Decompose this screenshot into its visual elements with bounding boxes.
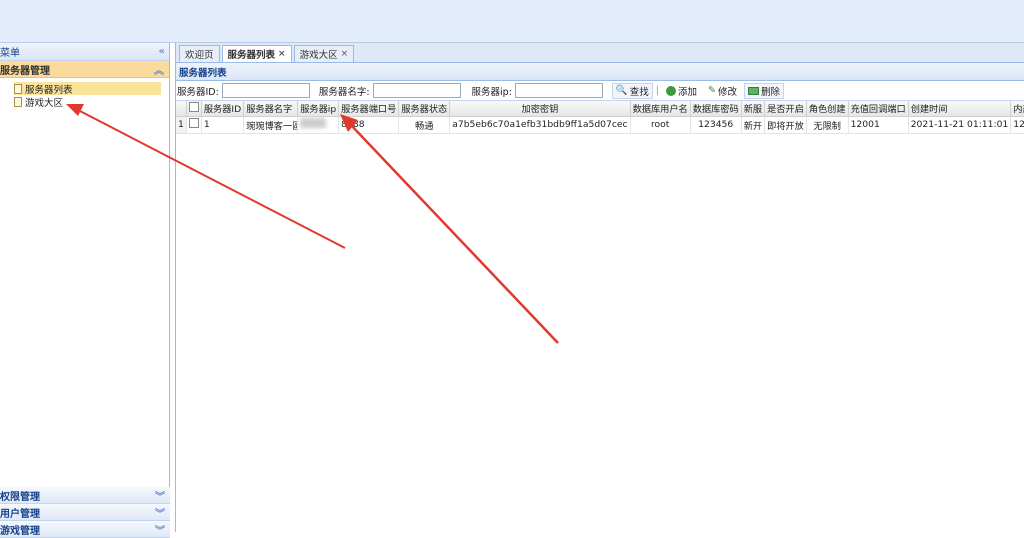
sidebar: 菜单 « 服务器管理 ︽ 服务器列表 游戏大区 权限管理 ︾ 用户管理 ︾ 游戏…	[0, 43, 170, 538]
tab-label: 服务器列表	[227, 50, 276, 61]
tab-bar: 欢迎页 服务器列表 × 游戏大区 ×	[176, 43, 1024, 63]
separator: |	[655, 85, 659, 96]
cell-db-pass: 123456	[690, 116, 742, 134]
row-number: 1	[176, 116, 187, 134]
plus-icon	[665, 85, 676, 96]
search-button-label: 查找	[629, 86, 649, 98]
section-label: 用户管理	[0, 508, 40, 520]
chevron-down-icon[interactable]: ︾	[155, 505, 165, 520]
column-header[interactable]: 服务器ip	[297, 101, 340, 117]
section-game[interactable]: 游戏管理 ︾	[0, 521, 170, 538]
server-id-input[interactable]	[221, 83, 310, 98]
main-area: 欢迎页 服务器列表 × 游戏大区 × 服务器列表 服务器ID: 服务器名字: 服…	[175, 43, 1024, 532]
delete-button-label: 删除	[760, 86, 780, 98]
server-ip-label: 服务器ip:	[471, 86, 512, 98]
server-ip-input[interactable]	[514, 83, 603, 98]
section-label: 游戏管理	[0, 525, 40, 537]
server-id-label: 服务器ID:	[177, 86, 219, 98]
column-header[interactable]: 角色创建	[806, 101, 849, 117]
section-permission[interactable]: 权限管理 ︾	[0, 487, 170, 504]
column-header[interactable]: 服务器状态	[398, 101, 451, 117]
tree-item-server-list[interactable]: 服务器列表	[14, 82, 161, 96]
search-toolbar: 服务器ID: 服务器名字: 服务器ip: 🔍 查找 | 添加 ✎ 修改 删除	[176, 81, 1024, 101]
close-icon[interactable]: ×	[341, 49, 349, 59]
cell-name: 琬琬博客一區	[243, 116, 299, 134]
cell-port: 8188	[338, 116, 400, 134]
document-icon	[14, 96, 22, 107]
search-icon: 🔍	[615, 85, 628, 96]
edit-button[interactable]: ✎ 修改	[704, 83, 741, 99]
pencil-icon: ✎	[707, 85, 716, 96]
column-header[interactable]: 充值回调端口	[848, 101, 909, 117]
tree-item-game-zone[interactable]: 游戏大区	[14, 95, 161, 109]
column-header[interactable]: 数据库用户名	[630, 101, 691, 117]
close-icon[interactable]: ×	[278, 49, 286, 59]
sidebar-header: 菜单 «	[0, 43, 169, 61]
search-button[interactable]: 🔍 查找	[611, 82, 653, 99]
section-user[interactable]: 用户管理 ︾	[0, 504, 170, 521]
cell-open: 即将开放	[764, 116, 807, 134]
row-number-header	[176, 101, 187, 117]
server-table: 服务器ID 服务器名字 服务器ip 服务器端口号 服务器状态 加密密钥 数据库用…	[176, 101, 1024, 134]
section-label: 权限管理	[0, 491, 40, 503]
cell-new: 新开	[741, 116, 766, 134]
chevron-down-icon[interactable]: ︾	[155, 522, 165, 537]
column-header[interactable]: 创建时间	[908, 101, 1012, 117]
cell-id: 1	[201, 116, 245, 134]
column-header[interactable]: 内部ip	[1010, 101, 1024, 117]
edit-button-label: 修改	[717, 86, 737, 98]
add-button[interactable]: 添加	[662, 83, 701, 99]
server-name-label: 服务器名字:	[318, 86, 370, 98]
minus-icon	[747, 86, 759, 95]
cell-db-user: root	[630, 116, 691, 134]
column-header[interactable]: 是否开启	[764, 101, 807, 117]
column-header[interactable]: 数据库密码	[690, 101, 742, 117]
section-server-management[interactable]: 服务器管理 ︽	[0, 61, 169, 78]
tab-label: 欢迎页	[185, 50, 214, 61]
collapse-icon[interactable]: «	[159, 46, 165, 57]
tree: 服务器列表 游戏大区	[0, 78, 169, 109]
tree-item-label: 游戏大区	[25, 97, 64, 109]
select-all-checkbox[interactable]	[186, 101, 202, 117]
document-icon	[14, 83, 22, 94]
tab-welcome[interactable]: 欢迎页	[179, 45, 220, 62]
column-header[interactable]: 加密密钥	[449, 101, 631, 117]
chevron-down-icon[interactable]: ︾	[155, 488, 165, 503]
tab-game-zone[interactable]: 游戏大区 ×	[293, 45, 355, 62]
row-checkbox[interactable]	[186, 116, 202, 134]
column-header[interactable]: 新服	[741, 101, 766, 117]
column-header[interactable]: 服务器ID	[201, 101, 245, 117]
add-button-label: 添加	[677, 86, 697, 98]
cell-key: a7b5eb6c70a1efb31bdb9ff1a5d07cec	[449, 116, 631, 134]
sidebar-title: 菜单	[0, 48, 20, 59]
cell-created: 2021-11-21 01:11:01	[908, 116, 1012, 134]
cell-internal-ip: 127.0.0.1	[1010, 116, 1024, 134]
tab-label: 游戏大区	[299, 50, 338, 61]
section-label: 服务器管理	[0, 65, 50, 77]
chevron-up-icon[interactable]: ︽	[154, 62, 164, 77]
cell-role: 无限制	[806, 116, 849, 134]
tree-item-label: 服务器列表	[25, 84, 73, 96]
delete-button[interactable]: 删除	[743, 82, 784, 99]
panel-title: 服务器列表	[176, 63, 1024, 81]
cell-recharge-port: 12001	[848, 116, 909, 134]
cell-ip-blurred	[297, 116, 340, 134]
cell-status: 畅通	[398, 116, 451, 134]
table-header: 服务器ID 服务器名字 服务器ip 服务器端口号 服务器状态 加密密钥 数据库用…	[176, 101, 1024, 117]
tab-server-list[interactable]: 服务器列表 ×	[221, 45, 292, 62]
top-banner	[0, 0, 1024, 43]
table-row[interactable]: 1 1 琬琬博客一區 8188 畅通 a7b5eb6c70a1efb31bdb9…	[176, 116, 1024, 134]
column-header[interactable]: 服务器名字	[243, 101, 299, 117]
server-name-input[interactable]	[372, 83, 461, 98]
column-header[interactable]: 服务器端口号	[338, 101, 400, 117]
